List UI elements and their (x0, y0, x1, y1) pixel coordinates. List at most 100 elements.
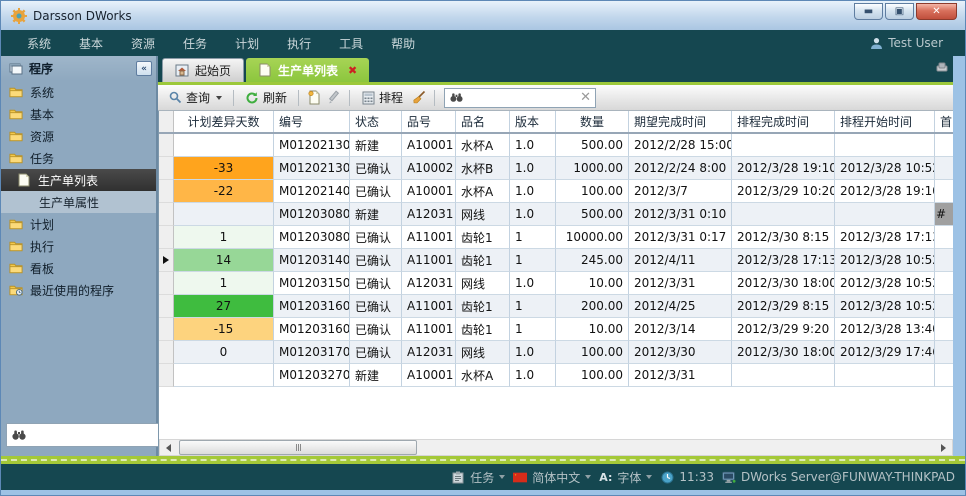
cell-status[interactable]: 已确认 (350, 157, 402, 180)
cell-item_no[interactable]: A10002 (402, 157, 456, 180)
table-row[interactable]: 1M012031501已确认A12031网线1.010.002012/3/312… (159, 272, 953, 295)
row-margin-cell[interactable] (159, 180, 174, 203)
cell-item_no[interactable]: A11001 (402, 295, 456, 318)
cell-expect[interactable]: 2012/3/31 (629, 272, 732, 295)
maximize-button[interactable]: ▣ (885, 3, 914, 20)
schedule-button[interactable]: 排程 (357, 87, 407, 108)
cell-item_name[interactable]: 网线 (456, 203, 510, 226)
cell-sched_end[interactable] (732, 203, 835, 226)
cell-extra[interactable] (935, 295, 953, 318)
cell-item_no[interactable]: A10001 (402, 134, 456, 157)
cell-code[interactable]: M012031701 (274, 341, 350, 364)
scrollbar-track[interactable] (177, 440, 935, 455)
column-header-1[interactable]: 编号 (274, 111, 350, 132)
cell-expect[interactable]: 2012/4/25 (629, 295, 732, 318)
cell-extra[interactable] (935, 226, 953, 249)
cell-extra[interactable] (935, 134, 953, 157)
table-row[interactable]: 0M012031701已确认A12031网线1.0100.002012/3/30… (159, 341, 953, 364)
cell-diff[interactable] (174, 203, 274, 226)
cell-item_name[interactable]: 水杯A (456, 180, 510, 203)
cell-item_name[interactable]: 水杯A (456, 134, 510, 157)
row-margin-cell[interactable] (159, 157, 174, 180)
cell-code[interactable]: M012030801 (274, 203, 350, 226)
cell-code[interactable]: M012031601 (274, 295, 350, 318)
toolbar-search-input[interactable] (467, 91, 576, 104)
sidebar-item-4[interactable]: 生产单列表 (1, 169, 156, 191)
cell-item_no[interactable]: A11001 (402, 318, 456, 341)
cell-diff[interactable]: 0 (174, 341, 274, 364)
query-button[interactable]: 查询 (164, 87, 226, 108)
cell-status[interactable]: 新建 (350, 203, 402, 226)
sidebar-item-7[interactable]: 执行 (1, 235, 156, 257)
cell-sched_end[interactable]: 2012/3/30 18:00 (732, 341, 835, 364)
cell-item_name[interactable]: 齿轮1 (456, 318, 510, 341)
sidebar-item-9[interactable]: 最近使用的程序 (1, 279, 156, 301)
cell-status[interactable]: 已确认 (350, 272, 402, 295)
cell-diff[interactable]: 1 (174, 272, 274, 295)
menu-item-3[interactable]: 任务 (169, 31, 221, 56)
scroll-right-button[interactable] (935, 440, 952, 455)
cell-code[interactable]: M012031602 (274, 318, 350, 341)
cell-expect[interactable]: 2012/2/28 15:00 (629, 134, 732, 157)
cell-code[interactable]: M012032701 (274, 364, 350, 387)
cell-status[interactable]: 新建 (350, 364, 402, 387)
cell-sched_start[interactable]: 2012/3/28 10:52 (835, 157, 935, 180)
cell-item_name[interactable]: 网线 (456, 272, 510, 295)
cell-status[interactable]: 已确认 (350, 295, 402, 318)
cell-sched_end[interactable]: 2012/3/30 8:15 (732, 226, 835, 249)
cell-code[interactable]: M012030802 (274, 226, 350, 249)
cell-qty[interactable]: 500.00 (556, 203, 629, 226)
cell-item_name[interactable]: 水杯B (456, 157, 510, 180)
table-row[interactable]: -15M012031602已确认A11001齿轮1110.002012/3/14… (159, 318, 953, 341)
cell-code[interactable]: M012021401 (274, 180, 350, 203)
cell-sched_end[interactable]: 2012/3/28 17:13 (732, 249, 835, 272)
cell-diff[interactable]: -22 (174, 180, 274, 203)
cell-diff[interactable]: -33 (174, 157, 274, 180)
cell-item_no[interactable]: A11001 (402, 226, 456, 249)
table-row[interactable]: 27M012031601已确认A11001齿轮11200.002012/4/25… (159, 295, 953, 318)
cell-sched_start[interactable] (835, 364, 935, 387)
cell-item_no[interactable]: A10001 (402, 364, 456, 387)
row-margin-cell[interactable] (159, 134, 174, 157)
cell-diff[interactable]: 14 (174, 249, 274, 272)
cell-version[interactable]: 1 (510, 249, 556, 272)
table-row[interactable]: M012032701新建A10001水杯A1.0100.002012/3/31 (159, 364, 953, 387)
cell-expect[interactable]: 2012/3/31 (629, 364, 732, 387)
cell-item_no[interactable]: A12031 (402, 272, 456, 295)
cell-diff[interactable]: -15 (174, 318, 274, 341)
cell-qty[interactable]: 200.00 (556, 295, 629, 318)
cell-sched_end[interactable] (732, 134, 835, 157)
sidebar-item-6[interactable]: 计划 (1, 213, 156, 235)
row-margin-cell[interactable] (159, 203, 174, 226)
table-row[interactable]: 1M012030802已确认A11001齿轮1110000.002012/3/3… (159, 226, 953, 249)
minimize-button[interactable]: ▬ (854, 3, 883, 20)
cell-code[interactable]: M012031501 (274, 272, 350, 295)
cell-expect[interactable]: 2012/3/14 (629, 318, 732, 341)
cell-extra[interactable] (935, 180, 953, 203)
cell-qty[interactable]: 100.00 (556, 364, 629, 387)
sidebar-item-0[interactable]: 系统 (1, 81, 156, 103)
column-header-9[interactable]: 排程开始时间 (835, 111, 935, 132)
cell-expect[interactable]: 2012/3/31 0:17 (629, 226, 732, 249)
cell-item_no[interactable]: A11001 (402, 249, 456, 272)
toolbar-search-clear-icon[interactable]: ✕ (580, 90, 591, 105)
menu-item-1[interactable]: 基本 (65, 31, 117, 56)
table-row[interactable]: 14M012031402已确认A11001齿轮11245.002012/4/11… (159, 249, 953, 272)
menu-item-4[interactable]: 计划 (221, 31, 273, 56)
cell-extra[interactable] (935, 318, 953, 341)
column-header-5[interactable]: 版本 (510, 111, 556, 132)
current-row-indicator[interactable] (159, 249, 174, 272)
row-margin-cell[interactable] (159, 341, 174, 364)
menu-item-7[interactable]: 帮助 (377, 31, 429, 56)
cell-qty[interactable]: 500.00 (556, 134, 629, 157)
cell-extra[interactable] (935, 364, 953, 387)
cell-version[interactable]: 1.0 (510, 134, 556, 157)
refresh-button[interactable]: 刷新 (241, 87, 291, 108)
column-header-2[interactable]: 状态 (350, 111, 402, 132)
cell-sched_end[interactable]: 2012/3/30 18:00 (732, 272, 835, 295)
new-document-icon[interactable] (306, 90, 322, 106)
cell-status[interactable]: 新建 (350, 134, 402, 157)
cell-extra[interactable]: # (935, 203, 953, 226)
cell-extra[interactable] (935, 157, 953, 180)
cell-sched_start[interactable]: 2012/3/28 13:40 (835, 318, 935, 341)
